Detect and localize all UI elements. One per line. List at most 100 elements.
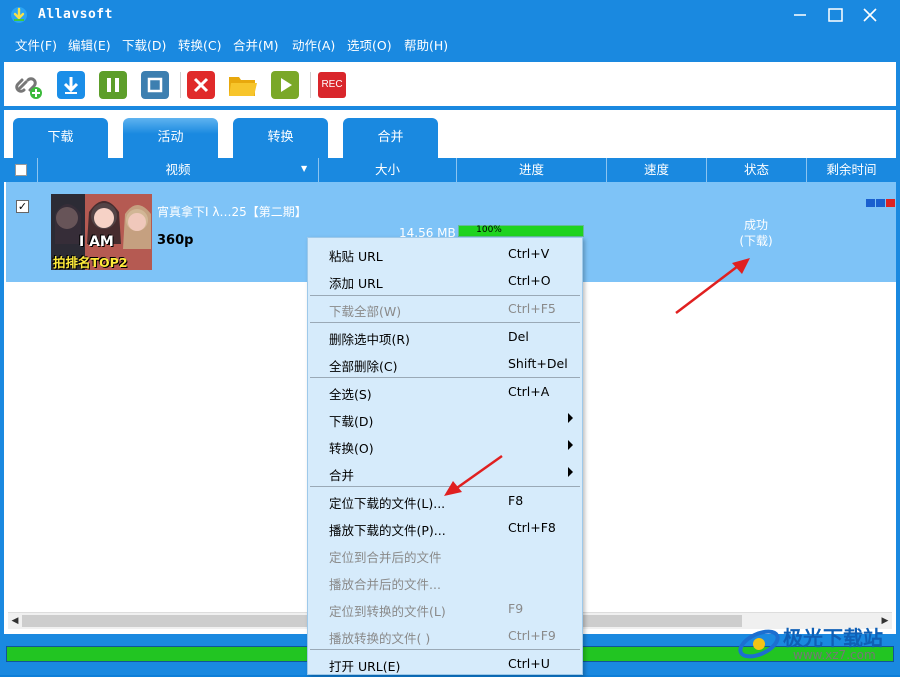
maximize-button[interactable] [818,0,854,30]
row-action-buttons [866,196,896,210]
menu-options[interactable]: 选项(O) [347,35,392,54]
ctx-shortcut: Ctrl+F8 [508,520,556,535]
ctx-label: 删除选中项(R) [329,332,410,347]
toolbar-separator [180,72,181,98]
open-folder-button[interactable] [228,70,258,100]
progress-bar: 100% [458,225,584,237]
ctx-play-converted[interactable]: 播放转换的文件( ) Ctrl+F9 [308,622,582,649]
ctx-label: 下载(D) [329,414,374,429]
download-button[interactable] [56,70,86,100]
app-title: Allavsoft [38,7,113,22]
ctx-shortcut: F9 [508,601,524,616]
pause-button[interactable] [98,70,128,100]
app-download-icon [11,7,27,23]
tab-merge[interactable]: 合并 [343,118,438,158]
ctx-label: 定位到转换的文件(L) [329,604,446,619]
toolbar: REC [4,62,896,106]
menu-help[interactable]: 帮助(H) [404,35,448,54]
ctx-select-all[interactable]: 全选(S) Ctrl+A [308,378,582,405]
menu-download[interactable]: 下载(D) [122,35,166,54]
status-line: 成功 [743,218,768,232]
minimize-icon [794,14,806,16]
delete-button[interactable] [186,70,216,100]
ctx-label: 粘贴 URL [329,249,383,264]
ctx-label: 播放合并后的文件... [329,577,441,592]
col-check [4,158,38,182]
play-button[interactable] [270,70,300,100]
menu-convert[interactable]: 转换(C) [178,35,221,54]
submenu-arrow-icon [568,440,573,450]
ctx-add-url[interactable]: 添加 URL Ctrl+O [308,267,582,294]
close-button[interactable] [852,0,888,30]
tab-active[interactable]: 活动 [123,118,218,158]
video-title: 宵真拿下I λ…25【第二期】 [157,205,307,219]
tab-convert[interactable]: 转换 [233,118,328,158]
toolbar-separator [310,72,311,98]
col-status[interactable]: 状态 [707,158,807,182]
ctx-locate-merged[interactable]: 定位到合并后的文件 [308,541,582,568]
ctx-shortcut: Del [508,329,529,344]
stop-button[interactable] [140,70,170,100]
stop-icon [141,71,169,99]
tab-download[interactable]: 下载 [13,118,108,158]
remove-icon[interactable] [886,199,895,207]
link-add-icon [15,77,42,99]
record-button[interactable]: REC [317,70,347,100]
col-size[interactable]: 大小 [319,158,457,182]
ctx-label: 播放转换的文件( ) [329,631,431,646]
menu-action[interactable]: 动作(A) [292,35,335,54]
folder-icon [229,77,257,96]
col-progress[interactable]: 进度 [457,158,607,182]
ctx-download-submenu[interactable]: 下载(D) [308,405,582,432]
ctx-shortcut: Ctrl+O [508,273,551,288]
annotation-arrow-icon [675,258,750,314]
ctx-shortcut: F8 [508,493,524,508]
row-checkbox[interactable]: ✓ [16,200,29,213]
ctx-shortcut: Ctrl+A [508,384,550,399]
col-speed[interactable]: 速度 [607,158,707,182]
submenu-arrow-icon [568,413,573,423]
ctx-open-url[interactable]: 打开 URL(E) Ctrl+U [308,650,582,677]
col-remaining[interactable]: 剩余时间 [807,158,896,182]
ctx-paste-url[interactable]: 粘贴 URL Ctrl+V [308,240,582,267]
ctx-label: 全选(S) [329,387,372,402]
video-quality: 360p [157,233,194,248]
ctx-shortcut: Shift+Del [508,356,568,371]
close-icon [863,8,877,22]
menu-edit[interactable]: 编辑(E) [68,35,111,54]
ctx-locate-converted[interactable]: 定位到转换的文件(L) F9 [308,595,582,622]
ctx-delete-selected[interactable]: 删除选中项(R) Del [308,323,582,350]
ctx-label: 打开 URL(E) [329,659,401,674]
progress-text: 100% [476,225,502,235]
ctx-label: 定位到合并后的文件 [329,550,442,565]
menu-bar: 文件(F) 编辑(E) 下载(D) 转换(C) 合并(M) 动作(A) 选项(O… [0,30,900,56]
status-line-sub: (下载) [739,234,773,248]
status-text: 成功 (下载) [721,217,791,249]
watermark-text: 极光下载站 [783,626,883,650]
ctx-download-all[interactable]: 下载全部(W) Ctrl+F5 [308,295,582,322]
ctx-shortcut: Ctrl+F9 [508,628,556,643]
ctx-play-download[interactable]: 播放下载的文件(P)... Ctrl+F8 [308,514,582,541]
move-down-icon[interactable] [876,199,885,207]
ctx-delete-all[interactable]: 全部删除(C) Shift+Del [308,350,582,377]
table-header: 视频 ▼ 大小 进度 速度 状态 剩余时间 [4,158,896,182]
thumbnail-caption: 拍排名TOP2 [53,255,128,270]
ctx-play-merged[interactable]: 播放合并后的文件... [308,568,582,595]
menu-file[interactable]: 文件(F) [15,35,57,54]
pause-icon [99,71,127,99]
add-link-button[interactable] [14,70,44,100]
ctx-shortcut: Ctrl+U [508,656,550,671]
annotation-arrow-icon [444,454,503,496]
move-up-icon[interactable] [866,199,875,207]
delete-icon [187,71,215,99]
col-video[interactable]: 视频 [38,158,319,182]
watermark-logo: 极光下载站 www.xz7.com [735,620,900,664]
ctx-label: 定位下载的文件(L)... [329,496,446,511]
watermark-url: www.xz7.com [793,648,876,662]
scroll-left-icon[interactable]: ◀ [8,614,22,629]
ctx-label: 全部删除(C) [329,359,398,374]
rec-label: REC [321,79,343,90]
minimize-button[interactable] [782,0,818,30]
title-bar: Allavsoft [0,0,900,30]
menu-merge[interactable]: 合并(M) [233,35,279,54]
